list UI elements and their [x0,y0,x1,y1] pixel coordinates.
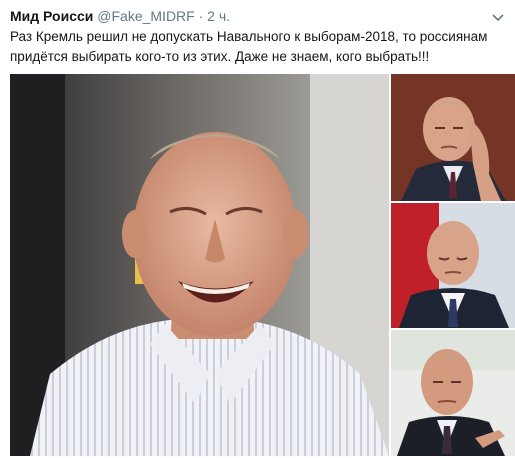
photo-thumbnail-2[interactable] [391,203,515,328]
tweet-header: Мид Роисси @Fake_MIDRF · 2 ч. [10,7,485,25]
photo-thumbnail-1[interactable] [391,74,515,201]
photo-thumbnail-3[interactable] [391,330,515,456]
media-grid [10,74,515,456]
tweet-text: Раз Кремль решил не допускать Навального… [10,29,488,64]
main-photo[interactable] [10,74,389,456]
author-name[interactable]: Мид Роисси [10,8,93,24]
tweet-timestamp[interactable]: 2 ч. [207,8,230,24]
header-separator: · [198,8,204,24]
chevron-down-icon[interactable] [491,10,505,22]
author-handle[interactable]: @Fake_MIDRF [97,8,194,24]
